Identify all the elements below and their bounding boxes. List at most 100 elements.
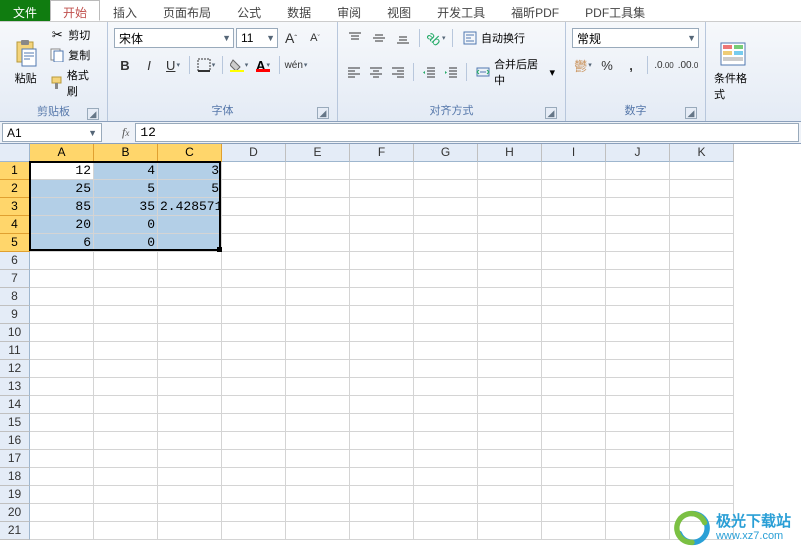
cell[interactable] bbox=[670, 396, 734, 414]
cell[interactable] bbox=[286, 522, 350, 540]
cell[interactable] bbox=[94, 504, 158, 522]
cell[interactable] bbox=[414, 450, 478, 468]
cell[interactable] bbox=[478, 216, 542, 234]
cell[interactable] bbox=[286, 504, 350, 522]
cell[interactable] bbox=[542, 288, 606, 306]
cell[interactable] bbox=[94, 378, 158, 396]
phonetic-button[interactable]: wén▾ bbox=[285, 55, 307, 75]
row-header[interactable]: 11 bbox=[0, 342, 30, 360]
cell[interactable] bbox=[606, 198, 670, 216]
cell[interactable] bbox=[30, 486, 94, 504]
cell[interactable] bbox=[414, 324, 478, 342]
cell[interactable] bbox=[670, 378, 734, 396]
cell[interactable] bbox=[606, 324, 670, 342]
cell[interactable] bbox=[542, 378, 606, 396]
cell[interactable] bbox=[670, 162, 734, 180]
font-color-button[interactable]: A ▾ bbox=[252, 55, 274, 75]
row-header[interactable]: 4 bbox=[0, 216, 30, 234]
cell[interactable] bbox=[222, 162, 286, 180]
spreadsheet-grid[interactable]: ABCDEFGHIJK 1234567891011121314151617181… bbox=[0, 144, 801, 552]
cell[interactable] bbox=[158, 288, 222, 306]
cell[interactable] bbox=[414, 522, 478, 540]
cell[interactable] bbox=[670, 324, 734, 342]
cell[interactable] bbox=[478, 504, 542, 522]
cell[interactable] bbox=[478, 162, 542, 180]
cell[interactable]: 5 bbox=[158, 180, 222, 198]
cell[interactable]: 2.428571 bbox=[158, 198, 222, 216]
cell[interactable] bbox=[286, 432, 350, 450]
cell[interactable] bbox=[414, 378, 478, 396]
column-header[interactable]: K bbox=[670, 144, 734, 162]
align-right-button[interactable] bbox=[388, 62, 408, 82]
cell[interactable] bbox=[94, 324, 158, 342]
cell[interactable] bbox=[158, 396, 222, 414]
cell[interactable] bbox=[606, 504, 670, 522]
cell[interactable] bbox=[350, 216, 414, 234]
cell[interactable] bbox=[30, 504, 94, 522]
cell[interactable] bbox=[542, 234, 606, 252]
decrease-indent-button[interactable] bbox=[419, 62, 439, 82]
cell[interactable] bbox=[286, 198, 350, 216]
cell[interactable] bbox=[478, 360, 542, 378]
cell[interactable] bbox=[542, 342, 606, 360]
cell[interactable] bbox=[286, 342, 350, 360]
cell[interactable] bbox=[158, 378, 222, 396]
cell[interactable] bbox=[414, 504, 478, 522]
column-header[interactable]: I bbox=[542, 144, 606, 162]
tab-foxit[interactable]: 福昕PDF bbox=[498, 0, 572, 21]
cell[interactable] bbox=[350, 522, 414, 540]
accounting-format-button[interactable]: 鬱▾ bbox=[572, 55, 594, 75]
cell[interactable] bbox=[222, 252, 286, 270]
cell[interactable]: 35 bbox=[94, 198, 158, 216]
cell[interactable] bbox=[94, 486, 158, 504]
cell[interactable] bbox=[542, 306, 606, 324]
cell[interactable] bbox=[222, 360, 286, 378]
number-launcher[interactable]: ◢ bbox=[685, 107, 697, 119]
cell[interactable] bbox=[478, 450, 542, 468]
cell[interactable] bbox=[542, 504, 606, 522]
row-header[interactable]: 16 bbox=[0, 432, 30, 450]
cell[interactable] bbox=[30, 378, 94, 396]
border-button[interactable]: ▾ bbox=[195, 55, 217, 75]
cell[interactable] bbox=[606, 414, 670, 432]
font-name-combo[interactable]: 宋体▼ bbox=[114, 28, 234, 48]
grow-font-button[interactable]: Aˆ bbox=[280, 28, 302, 48]
cell[interactable] bbox=[158, 432, 222, 450]
cell[interactable] bbox=[94, 468, 158, 486]
cell[interactable] bbox=[94, 396, 158, 414]
cell[interactable] bbox=[350, 486, 414, 504]
cell[interactable] bbox=[478, 468, 542, 486]
copy-button[interactable]: 复制 bbox=[45, 46, 101, 64]
cell[interactable] bbox=[478, 396, 542, 414]
cell[interactable] bbox=[542, 468, 606, 486]
cell[interactable]: 85 bbox=[30, 198, 94, 216]
cell[interactable] bbox=[414, 486, 478, 504]
row-header[interactable]: 18 bbox=[0, 468, 30, 486]
cell[interactable] bbox=[286, 414, 350, 432]
cell[interactable] bbox=[222, 198, 286, 216]
cell[interactable] bbox=[158, 342, 222, 360]
cell[interactable] bbox=[670, 198, 734, 216]
row-header[interactable]: 3 bbox=[0, 198, 30, 216]
column-header[interactable]: J bbox=[606, 144, 670, 162]
align-left-button[interactable] bbox=[344, 62, 364, 82]
cell[interactable] bbox=[94, 522, 158, 540]
cell[interactable] bbox=[222, 450, 286, 468]
row-header[interactable]: 8 bbox=[0, 288, 30, 306]
cell[interactable] bbox=[606, 342, 670, 360]
row-header[interactable]: 21 bbox=[0, 522, 30, 540]
font-size-combo[interactable]: 11▼ bbox=[236, 28, 278, 48]
cell[interactable] bbox=[542, 486, 606, 504]
cell[interactable] bbox=[30, 324, 94, 342]
cell[interactable] bbox=[350, 396, 414, 414]
cell[interactable] bbox=[158, 234, 222, 252]
cell[interactable] bbox=[158, 216, 222, 234]
cell[interactable] bbox=[158, 504, 222, 522]
column-header[interactable]: D bbox=[222, 144, 286, 162]
cell[interactable] bbox=[286, 234, 350, 252]
cell[interactable] bbox=[542, 270, 606, 288]
tab-view[interactable]: 视图 bbox=[374, 0, 424, 21]
cell[interactable] bbox=[30, 342, 94, 360]
row-header[interactable]: 7 bbox=[0, 270, 30, 288]
cell[interactable] bbox=[286, 360, 350, 378]
